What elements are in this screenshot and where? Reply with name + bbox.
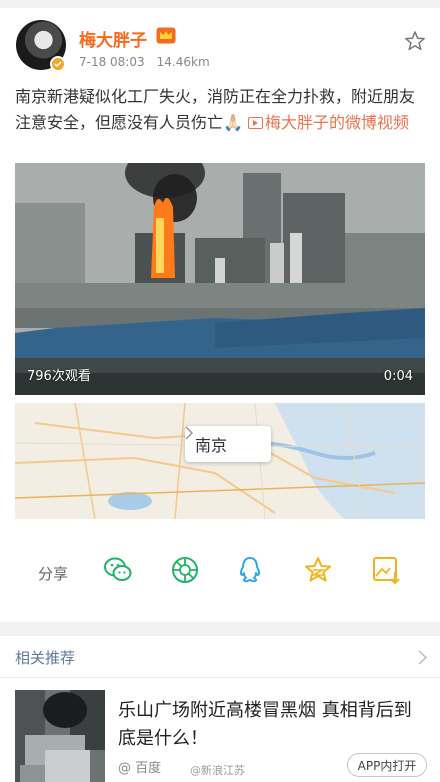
- chevron-right-icon: [185, 426, 193, 440]
- username[interactable]: 梅大胖子: [79, 26, 147, 51]
- top-strip: [0, 0, 440, 8]
- divider: [0, 677, 440, 678]
- related-article-source: @ 百度: [118, 761, 162, 776]
- related-section-title: 相关推荐: [15, 649, 76, 667]
- favorite-star-icon[interactable]: [404, 30, 426, 52]
- moments-icon[interactable]: [170, 555, 200, 585]
- video-player[interactable]: 796次观看 0:04: [15, 163, 425, 395]
- thumbnail-image: [15, 690, 105, 782]
- video-link-label: 梅大胖子的微博视频: [265, 113, 410, 132]
- wechat-icon[interactable]: [103, 555, 133, 585]
- section-gap: [0, 622, 440, 636]
- video-duration: 0:04: [383, 369, 413, 384]
- vip-crown-icon: [156, 27, 176, 44]
- related-article-title[interactable]: 乐山广场附近高楼冒黑烟 真相背后到底是什么！: [118, 697, 423, 753]
- verified-badge-icon: [50, 56, 66, 72]
- location-map[interactable]: 南京: [15, 403, 425, 519]
- post-date: 7-18 08:03: [79, 55, 145, 69]
- map-location-label: 南京: [195, 436, 228, 455]
- video-frame-image: [15, 163, 425, 395]
- share-label: 分享: [38, 565, 69, 583]
- watermark: @新浪江苏: [190, 764, 245, 777]
- video-link[interactable]: 梅大胖子的微博视频: [248, 113, 409, 132]
- post-distance: 14.46km: [156, 55, 210, 69]
- post-text: 南京新港疑似化工厂失火，消防正在全力扑救，附近朋友注意安全，但愿没有人员伤亡🙏🏻…: [15, 84, 425, 136]
- video-link-icon: [248, 117, 264, 129]
- related-article-thumbnail[interactable]: [15, 690, 105, 782]
- save-image-icon[interactable]: [371, 555, 401, 585]
- chevron-right-icon[interactable]: [418, 650, 427, 665]
- qzone-star-icon[interactable]: [303, 555, 333, 585]
- open-in-app-button[interactable]: APP内打开: [347, 753, 427, 777]
- qq-icon[interactable]: [235, 555, 265, 585]
- post-meta: 7-18 08:03 14.46km: [79, 55, 210, 69]
- view-count: 796次观看: [27, 369, 91, 384]
- map-location-pill[interactable]: 南京: [185, 426, 271, 462]
